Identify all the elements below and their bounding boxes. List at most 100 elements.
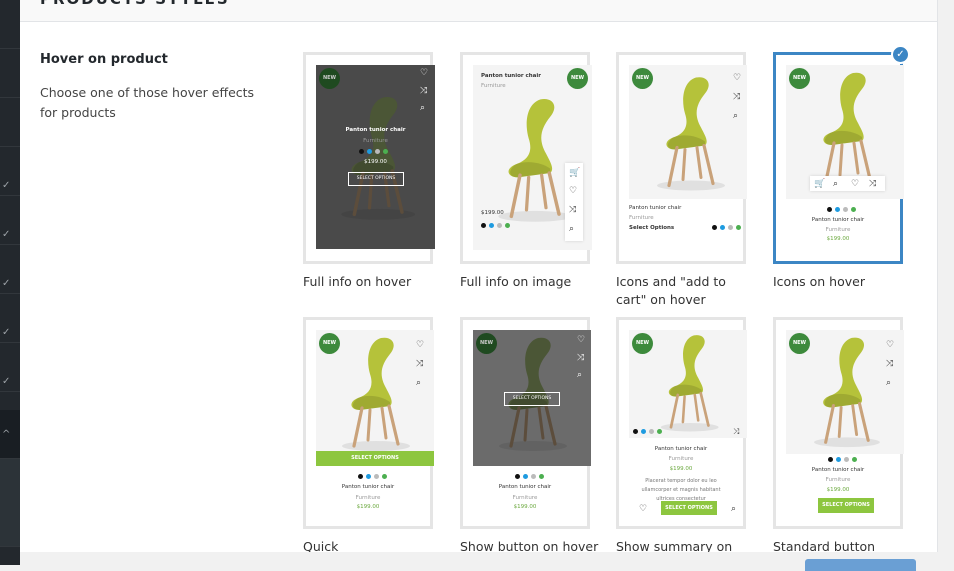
cart-icon[interactable]: 🛒 [814, 179, 825, 189]
swatch[interactable] [366, 474, 371, 479]
swatch[interactable] [851, 207, 856, 212]
swatch[interactable] [633, 429, 638, 434]
sidebar-item[interactable]: ✓ [0, 245, 20, 294]
swatch[interactable] [828, 457, 833, 462]
sidebar-item[interactable]: ✓ [0, 196, 20, 245]
product-name[interactable]: Panton tunior chair [776, 217, 900, 223]
cart-icon[interactable]: 🛒 [569, 168, 580, 178]
swatch[interactable] [843, 207, 848, 212]
swatch[interactable] [852, 457, 857, 462]
swatch[interactable] [836, 457, 841, 462]
swatch[interactable] [712, 225, 717, 230]
option-quick[interactable]: NEW ♡ ⤨ ⌕ SELECT OPTIONS Panton tunior c… [303, 317, 434, 552]
swatch[interactable] [539, 474, 544, 479]
swatch[interactable] [358, 474, 363, 479]
option-full-info-on-image[interactable]: Panton tunior chair Furniture NEW 🛒 ♡ ⤨ … [460, 52, 592, 291]
swatch[interactable] [382, 474, 387, 479]
heart-icon[interactable]: ♡ [420, 68, 428, 78]
search-icon[interactable]: ⌕ [420, 103, 425, 113]
sidebar-item[interactable] [0, 498, 20, 547]
shuffle-icon[interactable]: ⤨ [869, 179, 876, 189]
swatch[interactable] [489, 223, 494, 228]
option-card[interactable]: NEW ♡ ⤨ ⌕ SELECT OPTIONS Panton tunior c… [303, 317, 434, 529]
sidebar-item[interactable] [0, 98, 20, 147]
option-show-summary-on-hover[interactable]: NEW ⤨ Panton tunior chair Furniture $199… [616, 317, 747, 552]
shuffle-icon[interactable]: ⤨ [416, 359, 423, 369]
select-options-button[interactable]: SELECT OPTIONS [818, 498, 874, 513]
swatch[interactable] [505, 223, 510, 228]
swatch[interactable] [657, 429, 662, 434]
search-icon[interactable]: ⌕ [731, 504, 736, 514]
search-icon[interactable]: ⌕ [577, 370, 582, 380]
swatch[interactable] [641, 429, 646, 434]
product-name[interactable]: Panton tunior chair [629, 205, 681, 211]
swatch[interactable] [497, 223, 502, 228]
option-card[interactable]: Panton tunior chair Furniture NEW 🛒 ♡ ⤨ … [460, 52, 592, 264]
heart-icon[interactable]: ♡ [733, 73, 741, 83]
swatch[interactable] [720, 225, 725, 230]
heart-icon[interactable]: ♡ [851, 179, 859, 189]
option-icons-on-hover[interactable]: ✓ NEW 🛒 ⌕ ♡ ⤨ Panton tunior chair Furnit… [773, 45, 910, 291]
search-icon[interactable]: ⌕ [833, 179, 838, 189]
sidebar-item[interactable]: ✓ [0, 343, 20, 392]
option-card[interactable]: NEW ♡ ⤨ ⌕ Panton tunior chair Furniture … [303, 52, 435, 264]
search-icon[interactable]: ⌕ [416, 378, 421, 388]
heart-icon[interactable]: ♡ [416, 340, 424, 350]
product-name[interactable]: Panton tunior chair [776, 467, 900, 473]
swatch[interactable] [531, 474, 536, 479]
sidebar-item[interactable]: ✓ [0, 147, 20, 196]
option-icons-and-add-to-cart[interactable]: NEW ♡ ⤨ ⌕ Panton tunior chair Furniture … [616, 52, 747, 309]
select-options-link[interactable]: Select Options [629, 225, 674, 231]
product-name[interactable]: Panton tunior chair [463, 484, 587, 490]
swatch[interactable] [827, 207, 832, 212]
swatch[interactable] [523, 474, 528, 479]
sidebar-item[interactable]: ✓ [0, 294, 20, 343]
option-full-info-on-hover[interactable]: NEW ♡ ⤨ ⌕ Panton tunior chair Furniture … [303, 52, 435, 291]
sidebar-item-active[interactable]: ^ [0, 410, 20, 459]
swatch[interactable] [375, 149, 380, 154]
shuffle-icon[interactable]: ⤨ [733, 92, 740, 102]
option-card[interactable]: NEW ♡ ⤨ ⌕ Panton tunior chair Furniture … [616, 52, 747, 264]
swatch[interactable] [383, 149, 388, 154]
swatch[interactable] [481, 223, 486, 228]
product-name[interactable]: Panton tunior chair [316, 127, 435, 133]
option-card[interactable]: NEW ♡ ⤨ ⌕ Panton tunior chair Furniture … [773, 317, 904, 529]
select-options-button[interactable]: SELECT OPTIONS [348, 172, 404, 186]
product-name[interactable]: Panton tunior chair [306, 484, 430, 490]
search-icon[interactable]: ⌕ [569, 224, 574, 234]
heart-icon[interactable]: ♡ [886, 340, 894, 350]
shuffle-icon[interactable]: ⤨ [886, 359, 893, 369]
shuffle-icon[interactable]: ⤨ [420, 86, 427, 96]
sidebar-item[interactable] [0, 0, 20, 49]
save-button[interactable] [805, 559, 916, 571]
option-show-button-on-hover[interactable]: NEW ♡ ⤨ ⌕ SELECT OPTIONS Panton tunior c… [460, 317, 598, 552]
search-icon[interactable]: ⌕ [886, 378, 891, 388]
select-options-button[interactable]: SELECT OPTIONS [661, 501, 717, 515]
swatch[interactable] [835, 207, 840, 212]
option-card[interactable]: NEW ♡ ⤨ ⌕ SELECT OPTIONS Panton tunior c… [460, 317, 591, 529]
swatch[interactable] [515, 474, 520, 479]
swatch[interactable] [367, 149, 372, 154]
select-options-button[interactable]: SELECT OPTIONS [504, 392, 560, 406]
option-label: Standard button [773, 539, 876, 552]
swatch[interactable] [736, 225, 741, 230]
heart-icon[interactable]: ♡ [569, 186, 577, 196]
product-name[interactable]: Panton tunior chair [619, 446, 743, 452]
heart-icon[interactable]: ♡ [639, 504, 647, 514]
shuffle-icon[interactable]: ⤨ [577, 353, 584, 363]
sidebar-item[interactable] [0, 49, 20, 98]
swatch[interactable] [359, 149, 364, 154]
select-options-button[interactable]: SELECT OPTIONS [316, 451, 434, 466]
swatch[interactable] [649, 429, 654, 434]
search-icon[interactable]: ⌕ [733, 111, 738, 121]
option-card-selected[interactable]: ✓ NEW 🛒 ⌕ ♡ ⤨ Panton tunior chair Furnit… [773, 45, 910, 264]
product-name[interactable]: Panton tunior chair [481, 73, 541, 79]
heart-icon[interactable]: ♡ [577, 335, 585, 345]
option-standard-button[interactable]: NEW ♡ ⤨ ⌕ Panton tunior chair Furniture … [773, 317, 904, 552]
option-card[interactable]: NEW ⤨ Panton tunior chair Furniture $199… [616, 317, 747, 529]
swatch[interactable] [728, 225, 733, 230]
swatch[interactable] [374, 474, 379, 479]
swatch[interactable] [844, 457, 849, 462]
shuffle-icon[interactable]: ⤨ [733, 427, 739, 437]
shuffle-icon[interactable]: ⤨ [569, 205, 576, 215]
